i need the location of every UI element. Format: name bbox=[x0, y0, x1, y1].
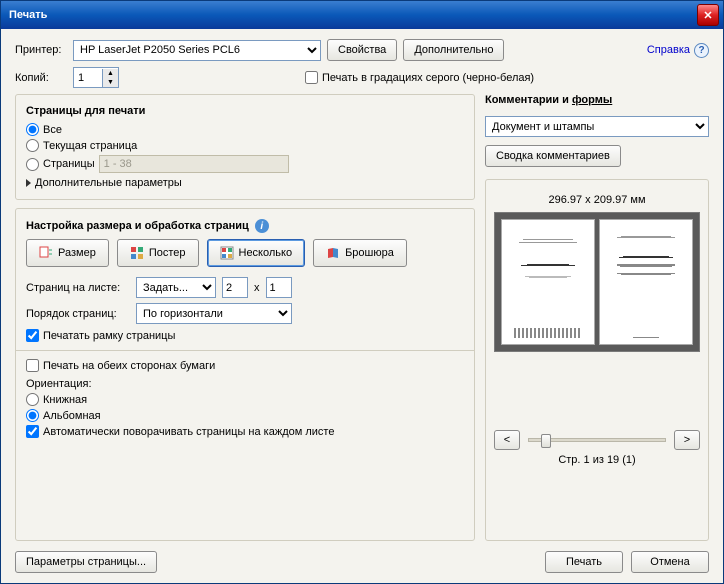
copies-spinner[interactable]: ▲▼ bbox=[73, 67, 119, 88]
help-link[interactable]: Справка bbox=[647, 44, 690, 56]
chevron-right-icon bbox=[26, 179, 31, 187]
dialog-footer: Параметры страницы... Печать Отмена bbox=[15, 541, 709, 573]
comments-section: Комментарии и формы Документ и штампы Св… bbox=[485, 94, 709, 167]
advanced-button[interactable]: Дополнительно bbox=[403, 39, 504, 61]
spinner-down-icon[interactable]: ▼ bbox=[102, 78, 118, 87]
pages-all-radio[interactable] bbox=[26, 123, 39, 136]
landscape-label: Альбомная bbox=[43, 410, 101, 422]
portrait-radio[interactable] bbox=[26, 393, 39, 406]
duplex-label: Печать на обеих сторонах бумаги bbox=[43, 360, 215, 372]
main-columns: Страницы для печати Все Текущая страница… bbox=[15, 94, 709, 541]
page-order-row: Порядок страниц: По горизонтали bbox=[26, 303, 464, 324]
printer-select[interactable]: HP LaserJet P2050 Series PCL6 bbox=[73, 40, 321, 61]
spinner-up-icon[interactable]: ▲ bbox=[102, 69, 118, 78]
handling-tabs: Размер Постер Несколько Брошюра bbox=[26, 239, 464, 267]
autorotate-checkbox[interactable] bbox=[26, 425, 39, 438]
preview-panel: 296.97 x 209.97 мм bbox=[485, 179, 709, 541]
slider-thumb[interactable] bbox=[541, 434, 551, 448]
page-setup-button[interactable]: Параметры страницы... bbox=[15, 551, 157, 573]
pages-range-input bbox=[99, 155, 289, 173]
grayscale-checkbox[interactable] bbox=[305, 71, 318, 84]
help-area: Справка ? bbox=[647, 43, 709, 58]
more-options-label: Дополнительные параметры bbox=[35, 177, 182, 189]
preview-prev-button[interactable]: < bbox=[494, 430, 520, 450]
comments-mode-select[interactable]: Документ и штампы bbox=[485, 116, 709, 137]
copies-label: Копий: bbox=[15, 72, 67, 84]
per-sheet-x-input[interactable] bbox=[222, 277, 248, 298]
preview-nav: < > bbox=[494, 430, 700, 450]
print-dialog: Печать ✕ Принтер: HP LaserJet P2050 Seri… bbox=[0, 0, 724, 584]
left-column: Страницы для печати Все Текущая страница… bbox=[15, 94, 475, 541]
portrait-label: Книжная bbox=[43, 394, 87, 406]
printer-label: Принтер: bbox=[15, 44, 67, 56]
preview-dimensions: 296.97 x 209.97 мм bbox=[494, 194, 700, 206]
titlebar: Печать ✕ bbox=[1, 1, 723, 29]
printer-row: Принтер: HP LaserJet P2050 Series PCL6 С… bbox=[15, 39, 709, 61]
page-order-select[interactable]: По горизонтали bbox=[136, 303, 292, 324]
comments-title: Комментарии и формы bbox=[485, 94, 709, 106]
per-sheet-y-input[interactable] bbox=[266, 277, 292, 298]
right-column: Комментарии и формы Документ и штампы Св… bbox=[485, 94, 709, 541]
preview-page-right bbox=[599, 219, 693, 345]
grayscale-label: Печать в градациях серого (черно-белая) bbox=[322, 72, 534, 84]
per-sheet-mode-select[interactable]: Задать... bbox=[136, 277, 216, 298]
page-order-label: Порядок страниц: bbox=[26, 308, 130, 320]
size-handling-group: Настройка размера и обработка страниц i … bbox=[15, 208, 475, 541]
preview-canvas bbox=[494, 212, 700, 352]
print-border-checkbox[interactable] bbox=[26, 329, 39, 342]
duplex-checkbox[interactable] bbox=[26, 359, 39, 372]
autorotate-label: Автоматически поворачивать страницы на к… bbox=[43, 426, 334, 438]
help-icon[interactable]: ? bbox=[694, 43, 709, 58]
landscape-radio[interactable] bbox=[26, 409, 39, 422]
pages-group: Страницы для печати Все Текущая страница… bbox=[15, 94, 475, 200]
per-sheet-label: Страниц на листе: bbox=[26, 282, 130, 294]
per-sheet-times: x bbox=[254, 282, 260, 294]
tab-multiple[interactable]: Несколько bbox=[207, 239, 306, 267]
size-group-title-row: Настройка размера и обработка страниц i bbox=[26, 219, 464, 233]
copies-row: Копий: ▲▼ Печать в градациях серого (чер… bbox=[15, 67, 709, 88]
close-icon: ✕ bbox=[703, 9, 712, 22]
pages-group-title: Страницы для печати bbox=[26, 105, 464, 117]
preview-slider[interactable] bbox=[528, 438, 666, 442]
print-button[interactable]: Печать bbox=[545, 551, 623, 573]
window-title: Печать bbox=[5, 9, 47, 21]
pages-current-label: Текущая страница bbox=[43, 140, 137, 152]
preview-page-counter: Стр. 1 из 19 (1) bbox=[494, 454, 700, 466]
copies-input[interactable] bbox=[74, 71, 102, 85]
preview-next-button[interactable]: > bbox=[674, 430, 700, 450]
close-button[interactable]: ✕ bbox=[697, 4, 719, 26]
more-options-toggle[interactable]: Дополнительные параметры bbox=[26, 177, 464, 189]
pages-all-label: Все bbox=[43, 124, 62, 136]
orientation-label: Ориентация: bbox=[26, 378, 464, 390]
print-border-label: Печатать рамку страницы bbox=[43, 330, 175, 342]
dialog-content: Принтер: HP LaserJet P2050 Series PCL6 С… bbox=[1, 29, 723, 583]
tab-size[interactable]: Размер bbox=[26, 239, 109, 267]
properties-button[interactable]: Свойства bbox=[327, 39, 397, 61]
multiple-icon bbox=[220, 246, 234, 260]
info-icon[interactable]: i bbox=[255, 219, 269, 233]
tab-poster[interactable]: Постер bbox=[117, 239, 199, 267]
tab-booklet[interactable]: Брошюра bbox=[313, 239, 407, 267]
preview-page-left bbox=[501, 219, 595, 345]
pages-range-label: Страницы bbox=[43, 158, 95, 170]
poster-icon bbox=[130, 246, 144, 260]
size-icon bbox=[39, 246, 53, 260]
cancel-button[interactable]: Отмена bbox=[631, 551, 709, 573]
per-sheet-row: Страниц на листе: Задать... x bbox=[26, 277, 464, 298]
booklet-icon bbox=[326, 246, 340, 260]
size-group-title: Настройка размера и обработка страниц bbox=[26, 220, 249, 232]
comments-summary-button[interactable]: Сводка комментариев bbox=[485, 145, 621, 167]
pages-current-radio[interactable] bbox=[26, 139, 39, 152]
pages-range-radio[interactable] bbox=[26, 158, 39, 171]
